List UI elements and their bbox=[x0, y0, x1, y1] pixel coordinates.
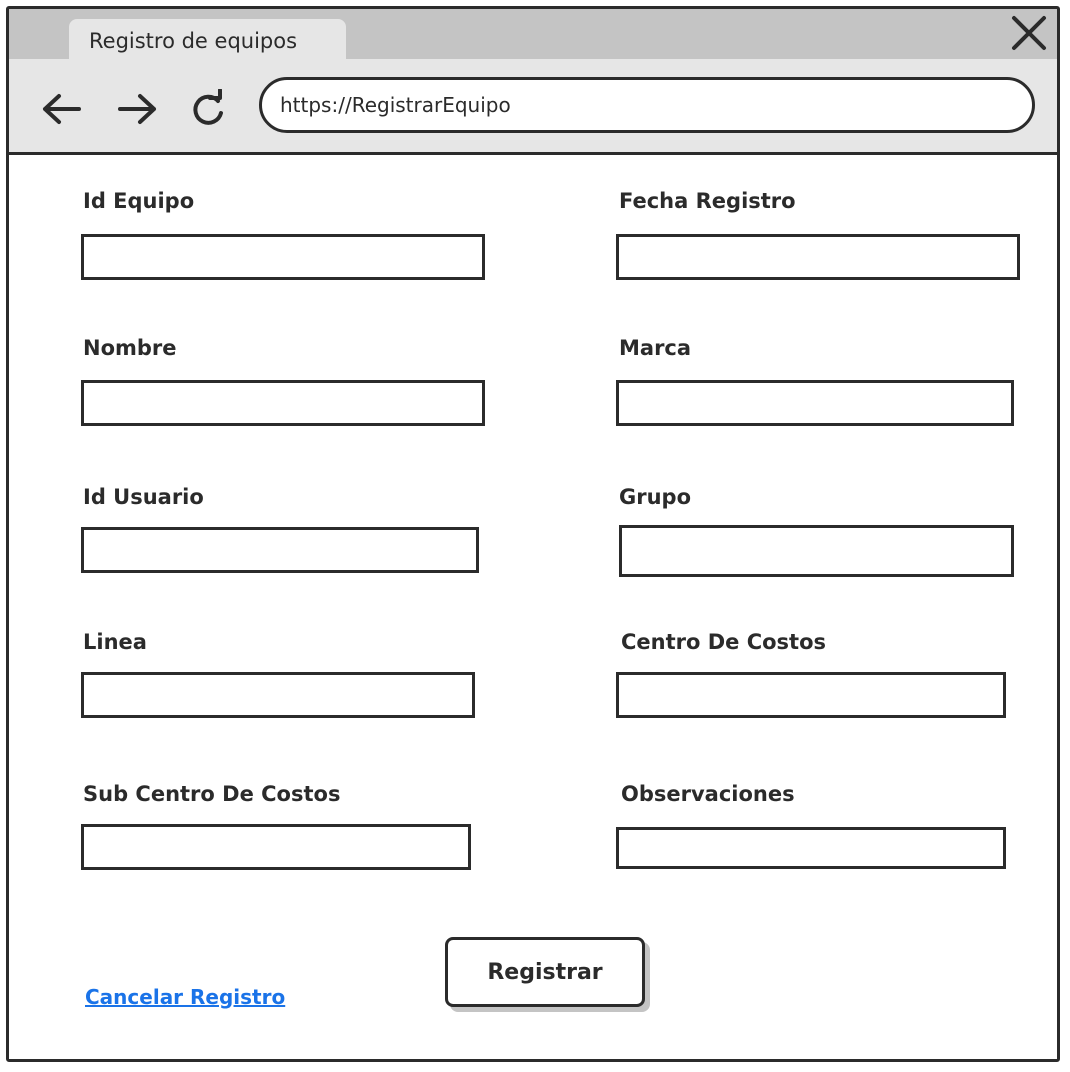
tab-title: Registro de equipos bbox=[89, 29, 298, 53]
label-linea: Linea bbox=[83, 630, 147, 654]
label-sub-centro-de-costos: Sub Centro De Costos bbox=[83, 782, 341, 806]
forward-button[interactable] bbox=[114, 89, 160, 129]
arrow-right-icon bbox=[118, 94, 156, 124]
marca-input[interactable] bbox=[616, 380, 1014, 426]
linea-input[interactable] bbox=[81, 672, 475, 718]
registrar-button[interactable]: Registrar bbox=[445, 937, 645, 1007]
cancelar-registro-link[interactable]: Cancelar Registro bbox=[85, 985, 285, 1009]
sub-centro-de-costos-input[interactable] bbox=[81, 824, 471, 870]
label-id-usuario: Id Usuario bbox=[83, 485, 204, 509]
back-button[interactable] bbox=[39, 89, 85, 129]
tab-strip: Registro de equipos bbox=[9, 9, 1057, 59]
arrow-left-icon bbox=[43, 94, 81, 124]
centro-de-costos-input[interactable] bbox=[616, 672, 1006, 718]
label-grupo: Grupo bbox=[619, 485, 692, 509]
label-nombre: Nombre bbox=[83, 336, 177, 360]
nombre-input[interactable] bbox=[81, 380, 485, 426]
label-fecha-registro: Fecha Registro bbox=[619, 189, 796, 213]
address-bar[interactable]: https://RegistrarEquipo bbox=[259, 77, 1035, 133]
browser-chrome: Registro de equipos https://RegistrarEqu… bbox=[9, 9, 1057, 155]
observaciones-input[interactable] bbox=[616, 827, 1006, 869]
label-observaciones: Observaciones bbox=[621, 782, 795, 806]
id-usuario-input[interactable] bbox=[81, 527, 479, 573]
id-equipo-input[interactable] bbox=[81, 234, 485, 280]
close-icon[interactable] bbox=[1009, 13, 1049, 53]
grupo-input[interactable] bbox=[619, 525, 1014, 577]
label-id-equipo: Id Equipo bbox=[83, 189, 195, 213]
browser-window: Registro de equipos https://RegistrarEqu… bbox=[6, 6, 1060, 1062]
label-marca: Marca bbox=[619, 336, 692, 360]
reload-button[interactable] bbox=[185, 88, 231, 129]
reload-icon bbox=[193, 88, 223, 125]
tab-registro-de-equipos[interactable]: Registro de equipos bbox=[69, 19, 346, 59]
label-centro-de-costos: Centro De Costos bbox=[621, 630, 827, 654]
url-text: https://RegistrarEquipo bbox=[280, 93, 511, 117]
fecha-registro-input[interactable] bbox=[616, 234, 1020, 280]
